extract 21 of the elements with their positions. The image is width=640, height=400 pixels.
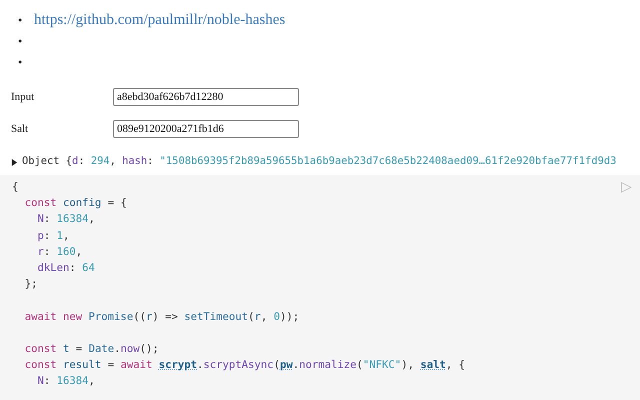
input-field[interactable]: a8ebd30af626b7d12280 (113, 88, 299, 106)
code-line: p: 1, (36, 228, 70, 244)
code-line: N: 16384, (36, 374, 95, 390)
code-line: const config = { (24, 196, 127, 212)
link[interactable]: https://github.com/paulmillr/noble-hashes (34, 10, 286, 31)
code-line: N: 16384, (36, 212, 95, 228)
bullet-marker: • (18, 12, 24, 29)
code-line: }; (24, 277, 38, 292)
expand-triangle-icon[interactable] (11, 158, 18, 166)
bullet-marker: • (18, 33, 24, 50)
field-label: Salt (11, 122, 30, 137)
object-inspector-text[interactable]: Object {d: 294, hash: "1508b69395f2b89a59655b1a6b9aeb23d7c68e5b22408aed09…61f2e920bfae77f1fd9d3 (22, 154, 616, 170)
input-field[interactable]: 089e9120200a271fb1d6 (113, 120, 299, 138)
code-line: const result = await scrypt.scryptAsync(pw.normalize("NFKC"), salt, { (24, 358, 465, 374)
code-line: { (12, 180, 18, 195)
code-line: r: 160, (36, 244, 82, 260)
bullet-marker: • (18, 54, 24, 71)
field-label: Input (11, 90, 36, 105)
code-line: dkLen: 64 (36, 260, 95, 276)
code-line: await new Promise((r) => setTimeout(r, 0)); (24, 310, 300, 324)
code-line: const t = Date.now(); (24, 342, 159, 357)
